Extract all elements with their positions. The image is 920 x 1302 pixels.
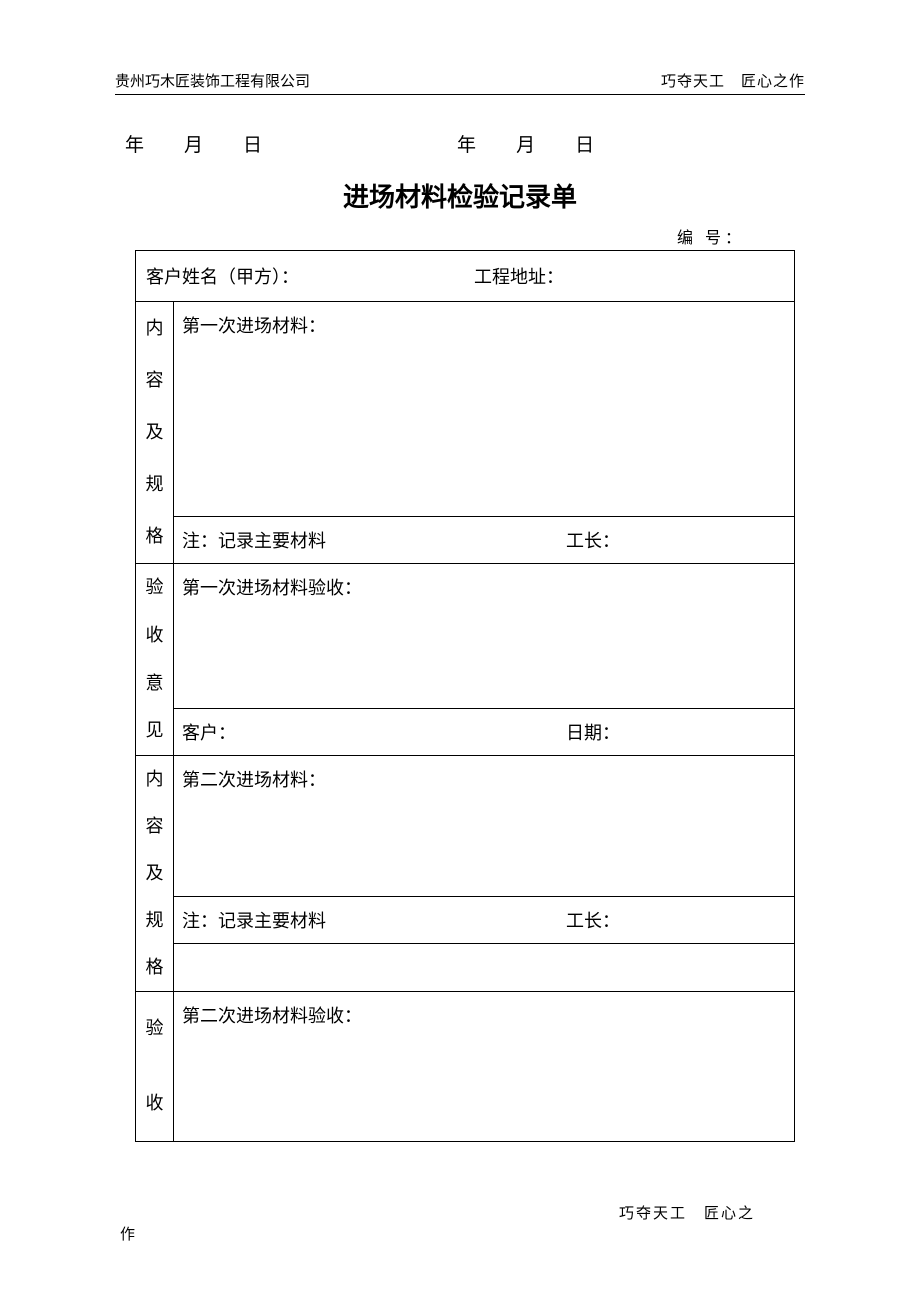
year-label-2: 年: [457, 130, 476, 157]
month-label-2: 月: [516, 130, 535, 157]
second-material-label: 第二次进场材料：: [182, 770, 326, 790]
section3-empty-cell: [174, 943, 795, 991]
page-header: 贵州巧木匠装饰工程有限公司 巧夺天工 匠心之作: [115, 70, 805, 95]
customer-date-cell: 客户： 日期：: [174, 709, 795, 756]
customer-address-row: 客户姓名（甲方）： 工程地址：: [136, 251, 795, 302]
inspection-form-table: 客户姓名（甲方）： 工程地址： 内 容 及 规 格 第一次进场材料： 注：记录主…: [135, 250, 795, 1142]
second-note-label: 注：记录主要材料: [182, 907, 566, 933]
footer-line1: 巧夺天工 匠心之: [115, 1202, 805, 1223]
second-acceptance-label: 第二次进场材料验收：: [182, 1006, 362, 1026]
section1-vertical-label: 内 容 及 规 格: [136, 302, 174, 564]
year-label: 年: [125, 130, 144, 157]
page-footer: 巧夺天工 匠心之 作: [115, 1202, 805, 1244]
date-sign-label: 日期：: [566, 719, 786, 745]
serial-number-label: 编 号：: [115, 224, 805, 248]
section3-vertical-label: 内 容 及 规 格: [136, 756, 174, 992]
company-name: 贵州巧木匠装饰工程有限公司: [115, 70, 310, 91]
section4-vertical-label: 验 收: [136, 992, 174, 1142]
day-label: 日: [243, 130, 262, 157]
second-foreman-label: 工长：: [566, 907, 786, 933]
project-address-label: 工程地址：: [474, 263, 784, 289]
date-row: 年 月 日 年 月 日: [115, 130, 805, 157]
second-acceptance-cell: 第二次进场材料验收：: [174, 992, 795, 1142]
date-group-left: 年 月 日: [125, 130, 262, 157]
first-foreman-label: 工长：: [566, 527, 786, 553]
second-note-cell: 注：记录主要材料 工长：: [174, 896, 795, 943]
month-label: 月: [184, 130, 203, 157]
first-note-label: 注：记录主要材料: [182, 527, 566, 553]
first-acceptance-label: 第一次进场材料验收：: [182, 578, 362, 598]
first-material-cell: 第一次进场材料：: [174, 302, 795, 517]
first-material-label: 第一次进场材料：: [182, 316, 326, 336]
date-group-right: 年 月 日: [457, 130, 594, 157]
customer-sign-label: 客户：: [182, 719, 566, 745]
footer-line2: 作: [115, 1223, 805, 1244]
section2-vertical-label: 验 收 意 见: [136, 564, 174, 756]
second-material-cell: 第二次进场材料：: [174, 756, 795, 897]
day-label-2: 日: [575, 130, 594, 157]
customer-name-label: 客户姓名（甲方）：: [146, 263, 474, 289]
first-note-cell: 注：记录主要材料 工长：: [174, 517, 795, 564]
document-title: 进场材料检验记录单: [115, 177, 805, 214]
first-acceptance-cell: 第一次进场材料验收：: [174, 564, 795, 709]
company-slogan: 巧夺天工 匠心之作: [661, 70, 805, 91]
